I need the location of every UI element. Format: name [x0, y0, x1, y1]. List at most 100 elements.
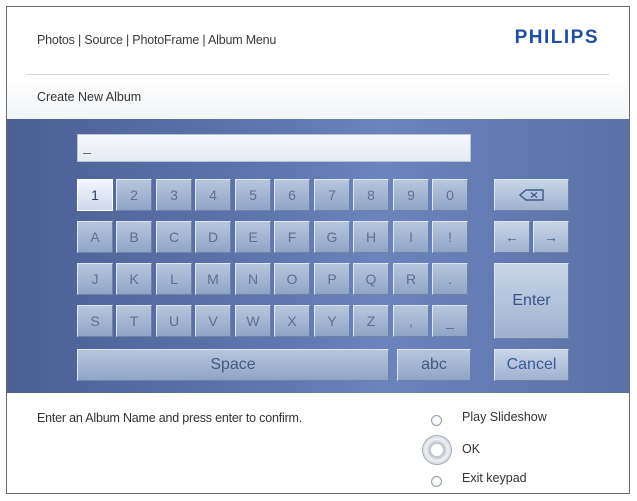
- key-1-5[interactable]: 5: [235, 179, 271, 211]
- page-title-bar: Create New Album: [7, 75, 629, 119]
- key-label: 8: [367, 187, 375, 203]
- key-label: .: [448, 271, 452, 287]
- key-4-1[interactable]: S: [77, 305, 113, 337]
- key-2-3[interactable]: C: [156, 221, 192, 253]
- key-1-4[interactable]: 4: [195, 179, 231, 211]
- key-1-2[interactable]: 2: [116, 179, 152, 211]
- key-label: C: [168, 229, 180, 245]
- key-4-6[interactable]: X: [274, 305, 310, 337]
- key-4-9[interactable]: ,: [393, 305, 429, 337]
- key-3-6[interactable]: O: [274, 263, 310, 295]
- play-slideshow-button-icon: [431, 415, 442, 426]
- space-key-label: Space: [210, 356, 256, 373]
- space-key[interactable]: Space: [77, 349, 389, 381]
- backspace-icon: [518, 189, 544, 201]
- key-3-9[interactable]: R: [393, 263, 429, 295]
- key-label: O: [286, 271, 298, 287]
- key-1-1[interactable]: 1: [77, 179, 113, 211]
- key-3-5[interactable]: N: [235, 263, 271, 295]
- key-label: F: [287, 229, 297, 245]
- key-1-8[interactable]: 8: [353, 179, 389, 211]
- key-label: 9: [407, 187, 415, 203]
- key-label: Y: [327, 313, 337, 329]
- page-title: Create New Album: [37, 90, 142, 104]
- backspace-key[interactable]: [494, 179, 569, 211]
- instruction-text: Enter an Album Name and press enter to c…: [37, 411, 303, 425]
- philips-logo: PHILIPS: [514, 27, 599, 48]
- key-2-10[interactable]: !: [432, 221, 468, 253]
- key-1-3[interactable]: 3: [156, 179, 192, 211]
- key-label: X: [287, 313, 297, 329]
- key-label: 1: [91, 187, 99, 203]
- footer: Enter an Album Name and press enter to c…: [7, 393, 629, 493]
- key-label: M: [207, 271, 219, 287]
- legend-play-slideshow: Play Slideshow: [462, 410, 547, 424]
- ok-button-icon: [423, 436, 451, 464]
- exit-keypad-button-icon: [431, 476, 442, 487]
- key-label: 2: [130, 187, 138, 203]
- key-label: 4: [209, 187, 217, 203]
- key-label: B: [129, 229, 139, 245]
- header: Photos | Source | PhotoFrame | Album Men…: [7, 7, 629, 75]
- key-label: T: [129, 313, 139, 329]
- key-label: E: [248, 229, 258, 245]
- enter-key[interactable]: Enter: [494, 263, 569, 339]
- key-label: 3: [170, 187, 178, 203]
- enter-key-label: Enter: [512, 292, 551, 309]
- key-label: 0: [446, 187, 454, 203]
- key-2-9[interactable]: I: [393, 221, 429, 253]
- key-4-4[interactable]: V: [195, 305, 231, 337]
- keyboard-panel: 1 2 3 4 5 6 7 8 9 0 A B C D E F G H I! J K L M N O P Q R. S T U V W X Y Z, _…: [7, 119, 629, 393]
- key-4-5[interactable]: W: [235, 305, 271, 337]
- key-4-10[interactable]: _: [432, 305, 468, 337]
- cursor-left-key[interactable]: ←: [494, 221, 530, 253]
- cancel-key[interactable]: Cancel: [494, 349, 569, 381]
- key-label: G: [326, 229, 338, 245]
- key-3-2[interactable]: K: [116, 263, 152, 295]
- key-4-3[interactable]: U: [156, 305, 192, 337]
- key-2-8[interactable]: H: [353, 221, 389, 253]
- key-label: A: [90, 229, 100, 245]
- left-arrow-icon: ←: [505, 229, 519, 245]
- key-label: H: [365, 229, 377, 245]
- album-name-input[interactable]: [77, 134, 471, 162]
- key-label: 5: [249, 187, 257, 203]
- cursor-right-key[interactable]: →: [533, 221, 569, 253]
- key-label: D: [207, 229, 219, 245]
- key-2-4[interactable]: D: [195, 221, 231, 253]
- key-label: J: [91, 271, 99, 287]
- key-2-2[interactable]: B: [116, 221, 152, 253]
- key-label: Z: [366, 313, 376, 329]
- key-label: ,: [409, 313, 413, 329]
- photoframe-screen: Photos | Source | PhotoFrame | Album Men…: [6, 6, 630, 494]
- key-label: !: [448, 229, 452, 245]
- key-4-8[interactable]: Z: [353, 305, 389, 337]
- key-label: U: [168, 313, 180, 329]
- key-2-5[interactable]: E: [235, 221, 271, 253]
- key-3-8[interactable]: Q: [353, 263, 389, 295]
- key-3-10[interactable]: .: [432, 263, 468, 295]
- key-1-6[interactable]: 6: [274, 179, 310, 211]
- key-3-3[interactable]: L: [156, 263, 192, 295]
- key-1-10[interactable]: 0: [432, 179, 468, 211]
- abc-key[interactable]: abc: [397, 349, 471, 381]
- key-4-2[interactable]: T: [116, 305, 152, 337]
- key-label: _: [446, 313, 454, 329]
- key-label: N: [247, 271, 259, 287]
- key-2-6[interactable]: F: [274, 221, 310, 253]
- cancel-key-label: Cancel: [506, 356, 557, 373]
- abc-key-label: abc: [421, 356, 447, 373]
- key-2-7[interactable]: G: [314, 221, 350, 253]
- breadcrumb: Photos | Source | PhotoFrame | Album Men…: [37, 33, 277, 47]
- key-label: S: [90, 313, 100, 329]
- key-3-1[interactable]: J: [77, 263, 113, 295]
- key-label: K: [129, 271, 139, 287]
- key-1-7[interactable]: 7: [314, 179, 350, 211]
- text-caret: [83, 153, 91, 154]
- key-2-1[interactable]: A: [77, 221, 113, 253]
- key-3-4[interactable]: M: [195, 263, 231, 295]
- key-4-7[interactable]: Y: [314, 305, 350, 337]
- key-label: V: [208, 313, 218, 329]
- key-3-7[interactable]: P: [314, 263, 350, 295]
- key-1-9[interactable]: 9: [393, 179, 429, 211]
